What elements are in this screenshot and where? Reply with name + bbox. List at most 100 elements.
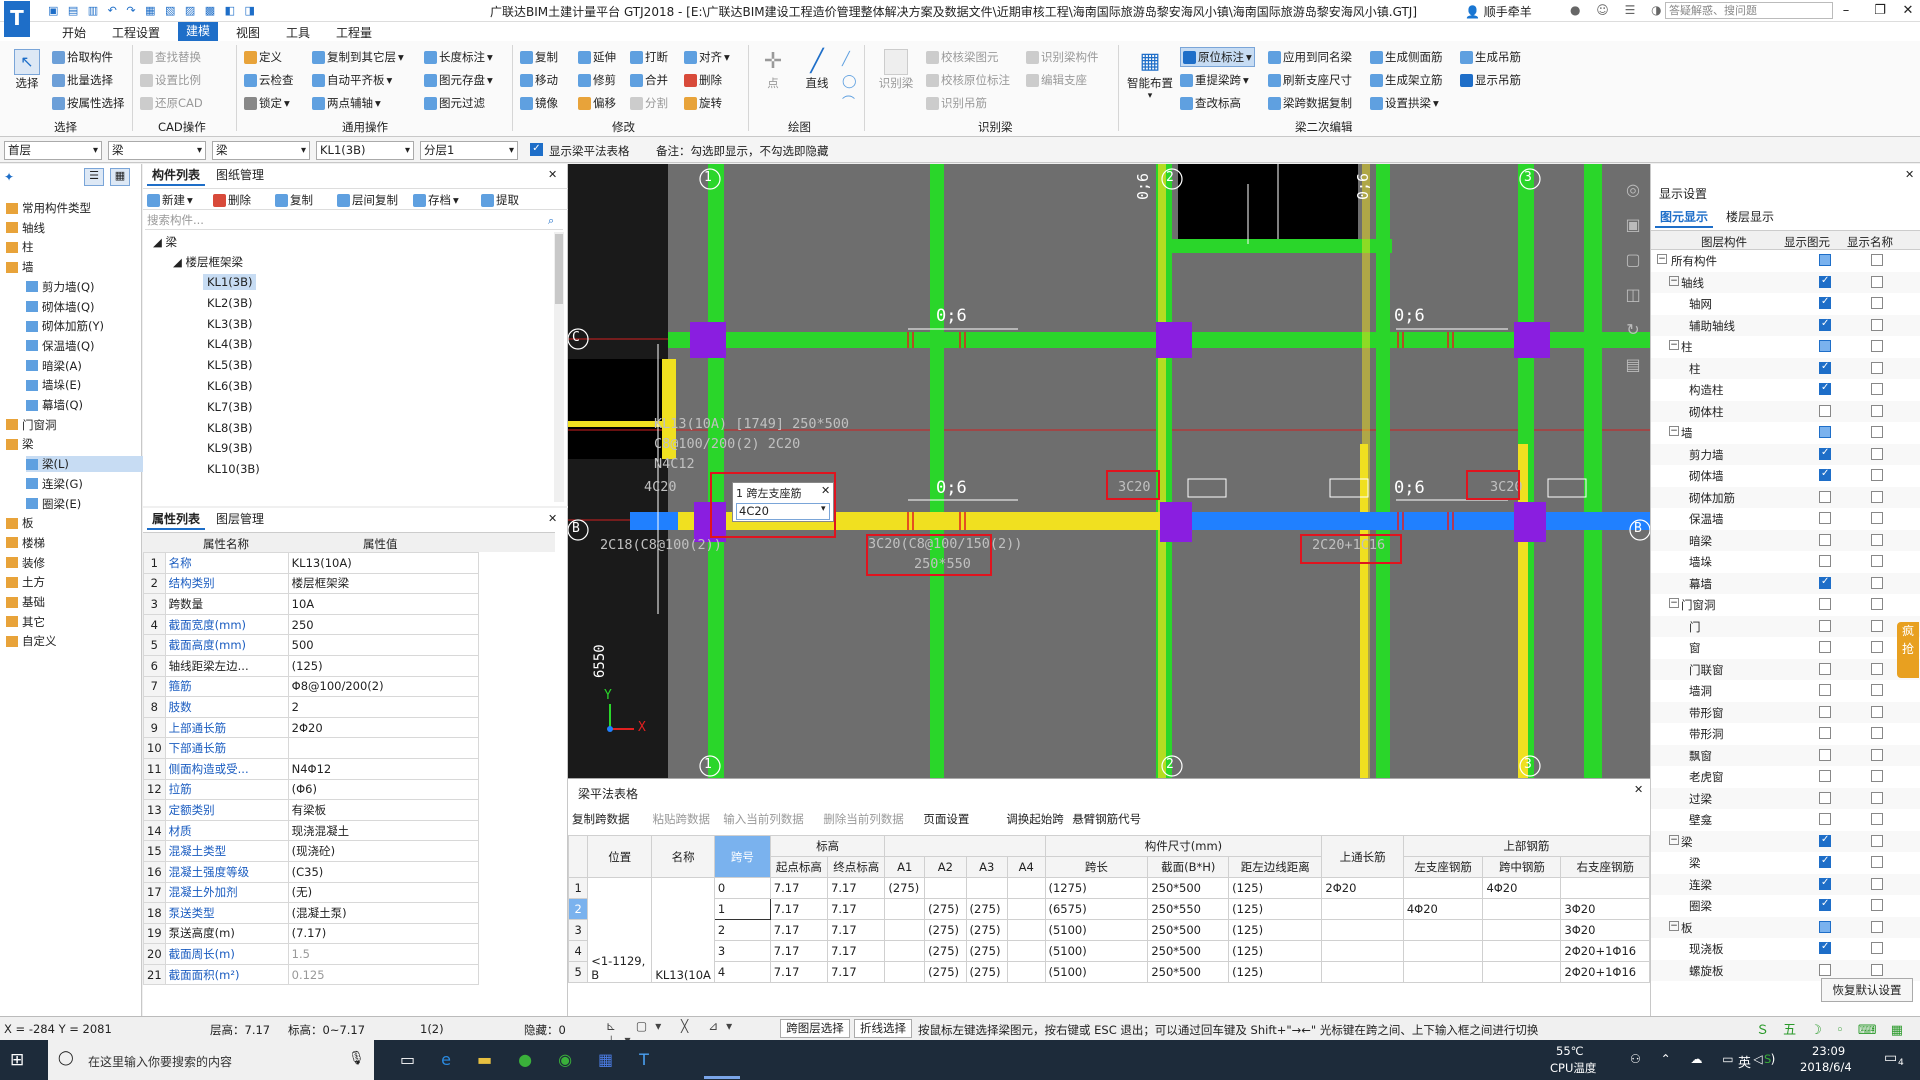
nav-item[interactable]: 保温墙(Q) xyxy=(26,338,95,354)
new-component-button[interactable]: 新建 ▾ xyxy=(147,192,193,208)
nav-item[interactable]: 砌体墙(Q) xyxy=(26,299,95,315)
property-value[interactable]: 0.125 xyxy=(287,963,479,986)
copy-button[interactable]: 复制 xyxy=(520,49,558,65)
table-cell[interactable]: (275) xyxy=(924,898,967,920)
name-cell[interactable]: KL13(10A xyxy=(651,877,715,983)
nav-item[interactable]: 墙垛(E) xyxy=(26,377,81,393)
table-row[interactable]: 1 <1-1129, B KL13(10A 0 7.17 7.17 (275) (1275) 2… xyxy=(567,877,1650,983)
property-value[interactable]: 楼层框架梁 xyxy=(287,572,479,595)
show-name-checkbox[interactable] xyxy=(1871,942,1883,954)
table-cell[interactable]: (1275) xyxy=(1044,877,1149,899)
find-replace-button[interactable]: 查找替换 xyxy=(140,49,201,65)
show-element-checkbox[interactable] xyxy=(1819,382,1831,395)
show-name-checkbox[interactable] xyxy=(1871,361,1883,374)
tree-root[interactable]: ◢ 梁 xyxy=(153,234,177,250)
tab-view[interactable]: 视图 xyxy=(236,24,260,41)
tab-layer-management[interactable]: 图层管理 xyxy=(211,508,269,530)
show-name-checkbox[interactable] xyxy=(1871,555,1883,567)
nav-item[interactable]: 梁 xyxy=(6,436,34,452)
close-button[interactable]: ✕ xyxy=(1890,0,1920,22)
tab-project-settings[interactable]: 工程设置 xyxy=(112,24,160,41)
table-cell[interactable] xyxy=(1321,940,1404,962)
table-cell[interactable] xyxy=(1006,940,1046,962)
restore-cad-button[interactable]: 还原CAD xyxy=(140,95,203,111)
tab-drawing-management[interactable]: 图纸管理 xyxy=(211,164,269,186)
nav-item[interactable]: 基础 xyxy=(6,594,45,610)
collapse-icon[interactable]: − xyxy=(1669,340,1679,350)
show-name-checkbox[interactable] xyxy=(1871,297,1883,309)
show-name-checkbox[interactable] xyxy=(1871,662,1883,675)
property-value[interactable]: (现浇砼) xyxy=(287,840,479,862)
property-row[interactable]: 21 截面面积(m²) 0.125 xyxy=(143,963,479,986)
show-name-checkbox[interactable] xyxy=(1871,490,1883,503)
show-name-checkbox[interactable] xyxy=(1871,834,1883,847)
show-element-checkbox[interactable] xyxy=(1819,576,1831,589)
table-cell[interactable] xyxy=(1402,877,1484,899)
component-item[interactable]: KL2(3B) xyxy=(203,295,256,311)
show-name-checkbox[interactable] xyxy=(1871,404,1883,417)
drawing-canvas[interactable]: 1 2 3 C B B 1 2 3 0;6 0;6 0;6 0;6 0;6 0;… xyxy=(568,164,1650,778)
element-filter-button[interactable]: 图元过滤 xyxy=(424,95,485,111)
show-element-checkbox[interactable] xyxy=(1819,533,1831,546)
component-item[interactable]: KL3(3B) xyxy=(203,316,256,332)
point-draw-button[interactable]: ✛ 点 xyxy=(758,49,788,91)
trim-button[interactable]: 修剪 xyxy=(578,72,616,88)
sogou-icon[interactable]: S xyxy=(1764,1052,1771,1066)
table-cell[interactable]: 250*500 xyxy=(1147,919,1230,941)
show-element-checkbox[interactable] xyxy=(1819,898,1831,911)
component-select[interactable]: KL1(3B) xyxy=(316,141,414,160)
lock-button[interactable]: 锁定 ▾ xyxy=(244,95,290,111)
property-row[interactable]: 19 泵送高度(m) (7.17) xyxy=(143,922,479,945)
show-name-checkbox[interactable] xyxy=(1871,275,1883,288)
cloud-check-button[interactable]: 云检查 xyxy=(244,72,294,88)
component-item[interactable]: KL1(3B) xyxy=(203,274,257,290)
table-cell[interactable] xyxy=(1402,919,1484,941)
quick-access-toolbar[interactable]: ▣ ▤ ▥ ↶ ↷ ▦ ▧ ▨ ▩ ◧ ◨ xyxy=(48,4,258,17)
component-item[interactable]: KL9(3B) xyxy=(203,440,256,456)
table-cell[interactable]: 250*500 xyxy=(1147,961,1230,983)
property-value[interactable]: (Φ6) xyxy=(287,778,479,801)
table-cell[interactable]: 2Φ20+1Φ16 xyxy=(1560,940,1650,962)
component-item[interactable]: KL6(3B) xyxy=(203,378,256,394)
component-item[interactable]: KL4(3B) xyxy=(203,336,256,352)
table-cell[interactable]: 7.17 xyxy=(769,898,829,920)
table-cell[interactable]: 3Φ20 xyxy=(1560,919,1650,941)
nav-item[interactable]: 梁(L) xyxy=(26,456,144,473)
show-name-checkbox[interactable] xyxy=(1871,383,1883,395)
set-scale-button[interactable]: 设置比例 xyxy=(140,72,201,88)
table-cell[interactable]: (6575) xyxy=(1044,898,1149,920)
show-element-checkbox[interactable] xyxy=(1819,834,1831,847)
app-logo[interactable]: T xyxy=(4,1,30,37)
copy-component-button[interactable]: 复制 xyxy=(275,192,313,208)
table-cell[interactable]: 7.17 xyxy=(827,940,886,962)
table-cell[interactable]: (275) xyxy=(924,961,967,983)
table-cell[interactable]: 2Φ20+1Φ16 xyxy=(1560,961,1650,983)
two-point-aux-axis-button[interactable]: 两点辅轴 ▾ xyxy=(312,95,381,111)
table-cell[interactable]: 2Φ20 xyxy=(1321,877,1404,899)
nav-item[interactable]: 柱 xyxy=(6,239,34,255)
table-cell[interactable]: (5100) xyxy=(1044,961,1149,983)
identify-beam-component-button[interactable]: 识别梁构件 xyxy=(1026,49,1099,65)
property-value[interactable]: 1.5 xyxy=(287,943,479,965)
copy-span-data-button[interactable]: 梁跨数据复制 xyxy=(1268,95,1352,111)
popup-close-icon[interactable]: ✕ xyxy=(821,484,830,497)
property-value[interactable]: 2Φ20 xyxy=(287,716,479,739)
show-name-checkbox[interactable] xyxy=(1871,254,1883,266)
help-icons[interactable]: ● ☺ ☰ ◑ xyxy=(1570,3,1668,17)
component-item[interactable]: KL10(3B) xyxy=(203,461,264,477)
table-cell[interactable] xyxy=(884,961,926,983)
refresh-support-button[interactable]: 刷新支座尺寸 xyxy=(1268,72,1352,88)
table-cell[interactable]: (125) xyxy=(1228,919,1323,941)
layer-select[interactable]: 分层1 xyxy=(420,141,518,160)
nav-item[interactable]: 砌体加筋(Y) xyxy=(26,318,104,334)
table-cell[interactable]: 250*500 xyxy=(1147,877,1230,899)
search-box[interactable]: 答疑解惑、搜问题 xyxy=(1665,2,1833,19)
minimize-button[interactable]: – xyxy=(1828,0,1864,22)
nav-item[interactable]: 板 xyxy=(6,515,34,531)
tab-component-list[interactable]: 构件列表 xyxy=(147,164,206,186)
list-scrollbar[interactable] xyxy=(554,232,564,502)
property-value[interactable]: Φ8@100/200(2) xyxy=(287,675,479,698)
beam-table-tool-button[interactable]: 粘贴跨数据 xyxy=(653,811,711,827)
show-name-checkbox[interactable] xyxy=(1871,770,1883,782)
move-button[interactable]: 移动 xyxy=(520,72,558,88)
